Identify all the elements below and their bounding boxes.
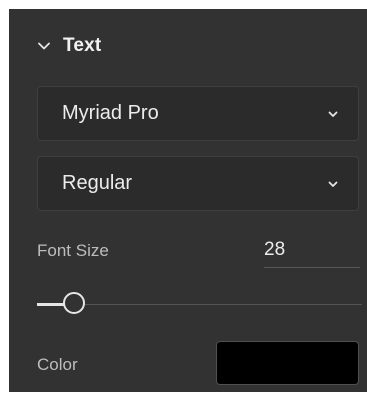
font-family-dropdown[interactable]: Myriad Pro	[37, 86, 359, 141]
slider-thumb[interactable]	[63, 292, 86, 314]
color-swatch[interactable]	[216, 341, 359, 385]
font-size-input[interactable]	[264, 232, 360, 268]
font-size-slider[interactable]	[37, 292, 362, 318]
font-size-label: Font Size	[37, 241, 109, 260]
chevron-down-icon	[328, 181, 338, 187]
font-family-value: Myriad Pro	[62, 102, 159, 124]
chevron-down-icon	[328, 111, 338, 117]
section-title: Text	[63, 35, 102, 56]
font-style-value: Regular	[62, 172, 133, 194]
color-label: Color	[37, 355, 78, 374]
properties-panel: Text Myriad Pro Regular Font Size Color	[9, 9, 367, 392]
chevron-down-icon	[38, 42, 50, 50]
slider-track	[37, 304, 362, 305]
text-section-header[interactable]: Text	[37, 31, 101, 61]
font-style-dropdown[interactable]: Regular	[37, 156, 359, 211]
